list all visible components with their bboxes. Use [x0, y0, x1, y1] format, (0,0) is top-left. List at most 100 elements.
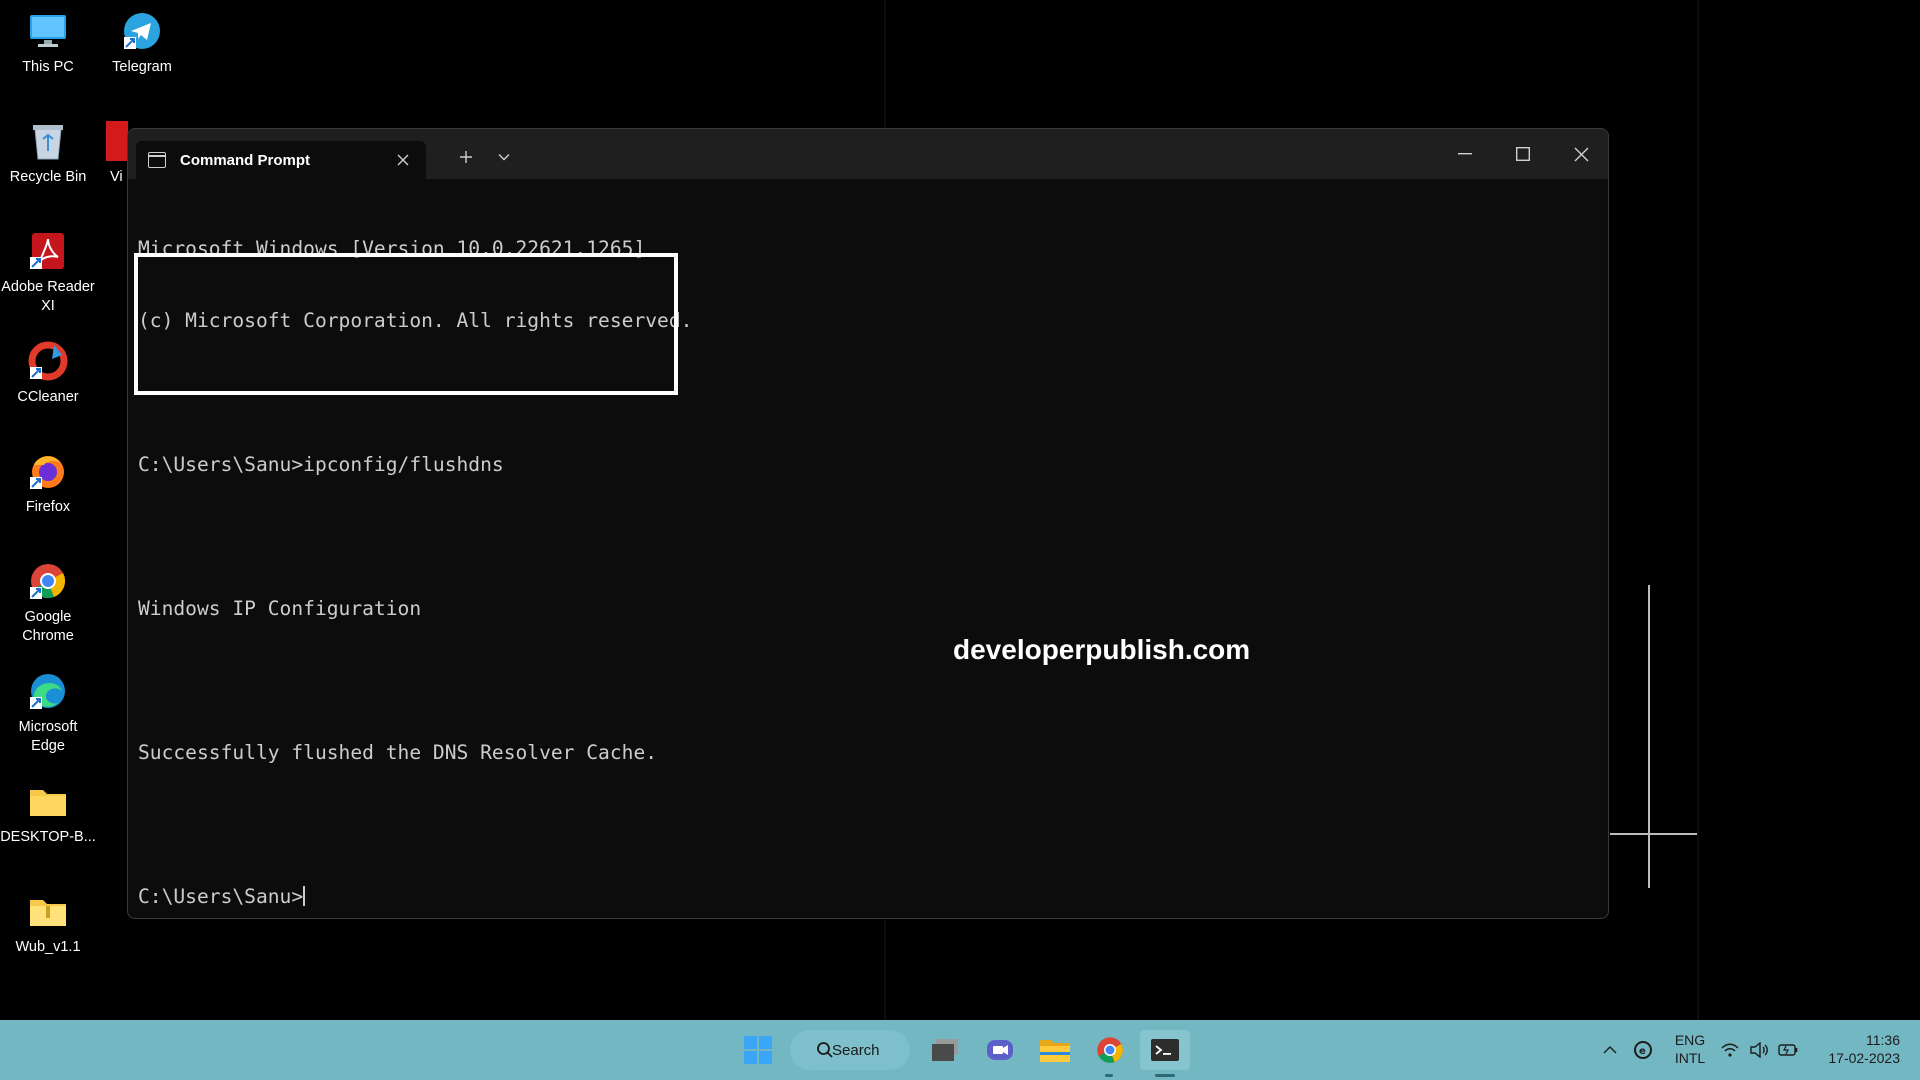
chat-icon [987, 1040, 1013, 1060]
battery-icon [1778, 1044, 1798, 1056]
desktop-icon-label: Telegram [112, 59, 172, 75]
task-view-button[interactable] [925, 1030, 965, 1070]
terminal-icon [148, 152, 166, 168]
tab-command-prompt[interactable]: Command Prompt [136, 141, 426, 179]
clock-date: 17-02-2023 [1828, 1050, 1900, 1066]
keyboard-layout: INTL [1674, 1050, 1706, 1066]
crosshair-vertical [1648, 585, 1650, 888]
show-hidden-icons-button[interactable] [1596, 1020, 1624, 1080]
crosshair-horizontal [1610, 833, 1697, 835]
desktop-icon-label: DESKTOP-B... [0, 829, 96, 845]
watermark: developerpublish.com [953, 634, 1251, 665]
close-window-button[interactable] [1552, 129, 1608, 179]
svg-text:e: e [1639, 1046, 1646, 1057]
active-indicator [1155, 1074, 1175, 1077]
desktop-icon-label: Microsoft Edge [18, 719, 78, 754]
chrome-taskbar-button[interactable] [1090, 1030, 1130, 1070]
monitor-icon [25, 8, 71, 54]
telegram-icon [119, 8, 165, 54]
plus-icon [460, 151, 472, 163]
maximize-button[interactable] [1494, 129, 1552, 179]
tray-app-icon: e [1634, 1041, 1652, 1059]
edge-icon [25, 668, 71, 714]
windows-logo-icon [744, 1036, 772, 1064]
desktop-icon-label: Adobe Reader XI [1, 279, 95, 314]
desktop-icon-ccleaner[interactable]: CCleaner [0, 338, 96, 407]
desktop-icon-this-pc[interactable]: This PC [0, 8, 96, 77]
firefox-icon [25, 448, 71, 494]
chrome-icon [25, 558, 71, 604]
chevron-down-icon [498, 154, 510, 161]
desktop-icon-wub[interactable]: Wub_v1.1 [0, 888, 96, 957]
desktop-icon-telegram[interactable]: Telegram [94, 8, 190, 77]
chevron-up-icon [1603, 1046, 1617, 1054]
console-prompt-line[interactable]: C:\Users\Sanu> [138, 885, 692, 909]
highlight-box [134, 253, 678, 395]
chrome-icon [1097, 1037, 1123, 1063]
search-icon [817, 1042, 833, 1058]
desktop-icon-label: Firefox [25, 499, 71, 515]
minimize-icon [1458, 153, 1472, 155]
desktop-icon-desktop-folder[interactable]: DESKTOP-B... [0, 778, 96, 847]
volume-button[interactable] [1745, 1020, 1773, 1080]
battery-button[interactable] [1774, 1020, 1802, 1080]
wifi-button[interactable] [1716, 1020, 1744, 1080]
minimize-button[interactable] [1436, 129, 1494, 179]
folder-icon [25, 778, 71, 824]
desktop-icon-partial[interactable]: Vi [94, 118, 128, 187]
teams-chat-button[interactable] [980, 1030, 1020, 1070]
console-line: Windows IP Configuration [138, 597, 422, 620]
terminal-taskbar-button[interactable] [1140, 1030, 1190, 1070]
desktop-icon-label: CCleaner [17, 389, 79, 405]
tray-app-button[interactable]: e [1628, 1020, 1658, 1080]
desktop-icon-label: Vi [110, 169, 123, 185]
desktop-icon-microsoft-edge[interactable]: Microsoft Edge [0, 668, 96, 756]
desktop-icon-label: Wub_v1.1 [15, 939, 81, 955]
task-view-icon [932, 1039, 958, 1061]
desktop-icon-label: Recycle Bin [9, 169, 87, 185]
tab-title: Command Prompt [180, 151, 311, 169]
ccleaner-icon [25, 338, 71, 384]
tab-close-button[interactable] [388, 145, 418, 175]
running-indicator [1105, 1074, 1113, 1077]
desktop-icon-firefox[interactable]: Firefox [0, 448, 96, 517]
wallpaper-line [1697, 0, 1699, 1020]
clock-time: 11:36 [1866, 1032, 1900, 1048]
language-code: ENG [1674, 1032, 1706, 1048]
maximize-icon [1516, 147, 1530, 161]
terminal-icon [1151, 1039, 1179, 1061]
desktop-icon-label: This PC [22, 59, 74, 75]
search-label: Search [832, 1041, 880, 1059]
desktop-icon-recycle-bin[interactable]: Recycle Bin [0, 118, 96, 187]
console-line: C:\Users\Sanu>ipconfig/flushdns [138, 453, 504, 476]
close-icon [1574, 147, 1588, 161]
new-tab-button[interactable] [452, 143, 480, 171]
taskbar: Search e ENG INTL 11:36 17-02-2023 [0, 1020, 1920, 1080]
zip-folder-icon [25, 888, 71, 934]
start-button[interactable] [738, 1030, 778, 1070]
folder-icon [1040, 1040, 1070, 1062]
desktop-icon-adobe-reader[interactable]: Adobe Reader XI [0, 228, 96, 316]
console-prompt: C:\Users\Sanu> [138, 885, 304, 908]
language-indicator[interactable]: ENG INTL [1668, 1031, 1712, 1067]
text-cursor [303, 886, 306, 906]
desktop-icon-google-chrome[interactable]: Google Chrome [0, 558, 96, 646]
command-prompt-window[interactable]: Command Prompt Microsoft Windows [Versio… [127, 128, 1609, 919]
desktop: This PC Telegram Recycle Bin Vi Adobe Re… [0, 0, 1920, 1020]
taskbar-search[interactable]: Search [790, 1030, 910, 1070]
tab-dropdown-button[interactable] [490, 143, 518, 171]
adobe-reader-icon [25, 228, 71, 274]
app-icon [94, 118, 128, 164]
console-line: Successfully flushed the DNS Resolver Ca… [138, 741, 658, 764]
clock[interactable]: 11:36 17-02-2023 [1810, 1031, 1900, 1067]
close-icon [397, 154, 409, 166]
speaker-icon [1750, 1042, 1768, 1058]
file-explorer-button[interactable] [1035, 1030, 1075, 1070]
desktop-icon-label: Google Chrome [22, 609, 74, 644]
wifi-icon [1721, 1043, 1739, 1057]
recycle-bin-icon [25, 118, 71, 164]
title-bar[interactable]: Command Prompt [128, 129, 1608, 179]
